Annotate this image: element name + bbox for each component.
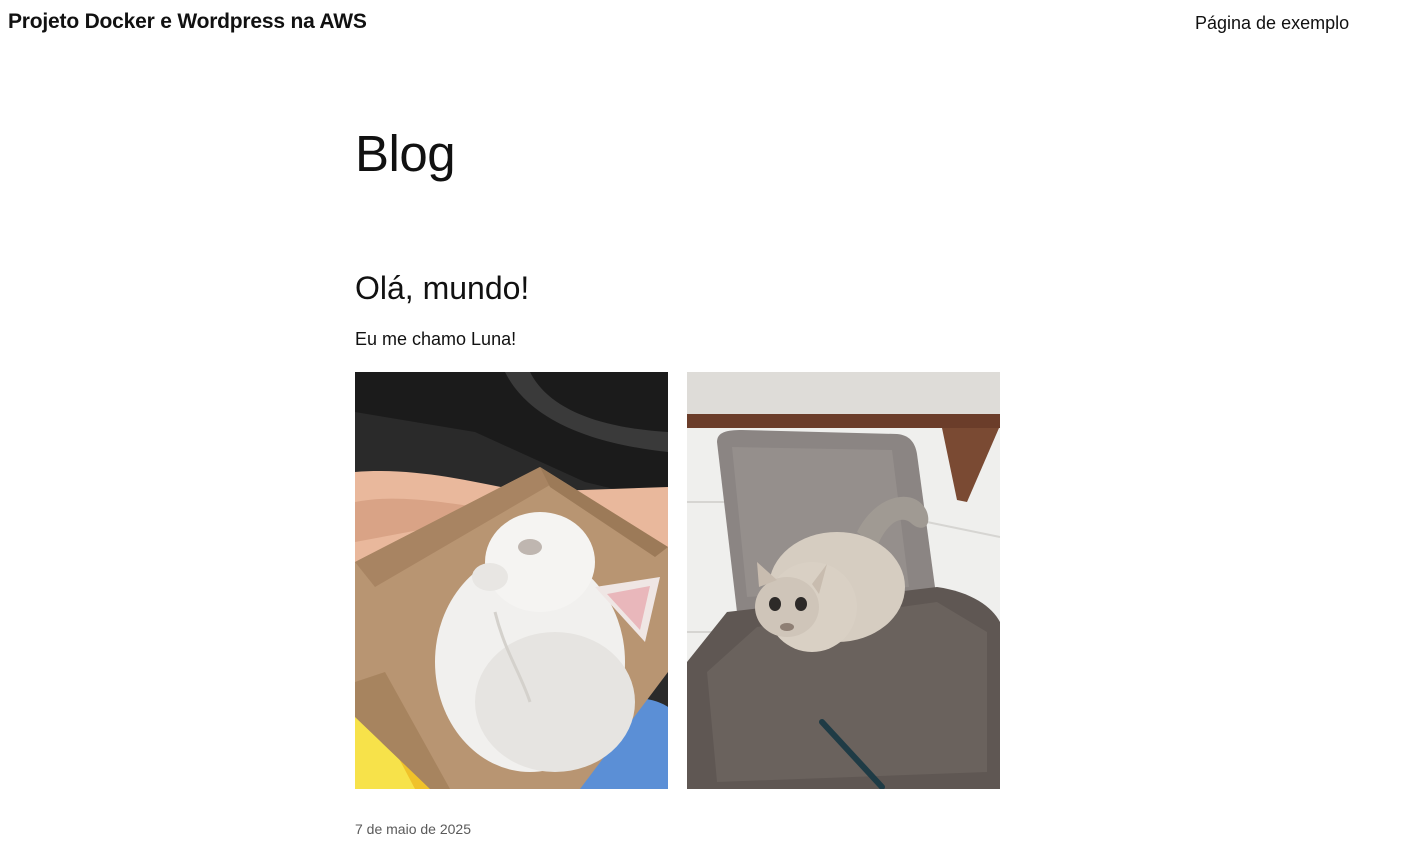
post-excerpt: Eu me chamo Luna! — [355, 329, 517, 349]
site-header: Projeto Docker e Wordpress na AWS Página… — [0, 0, 1428, 48]
post-date: 7 de maio de 2025 — [355, 821, 471, 837]
kitten-in-box-image[interactable] — [355, 372, 668, 789]
page-title: Blog — [355, 125, 456, 182]
cat-on-chair-image[interactable] — [687, 372, 1000, 789]
post-title-link[interactable]: Olá, mundo! — [355, 270, 529, 307]
nav-item-sample-page[interactable]: Página de exemplo — [1195, 13, 1349, 34]
site-title-link[interactable]: Projeto Docker e Wordpress na AWS — [8, 10, 367, 34]
